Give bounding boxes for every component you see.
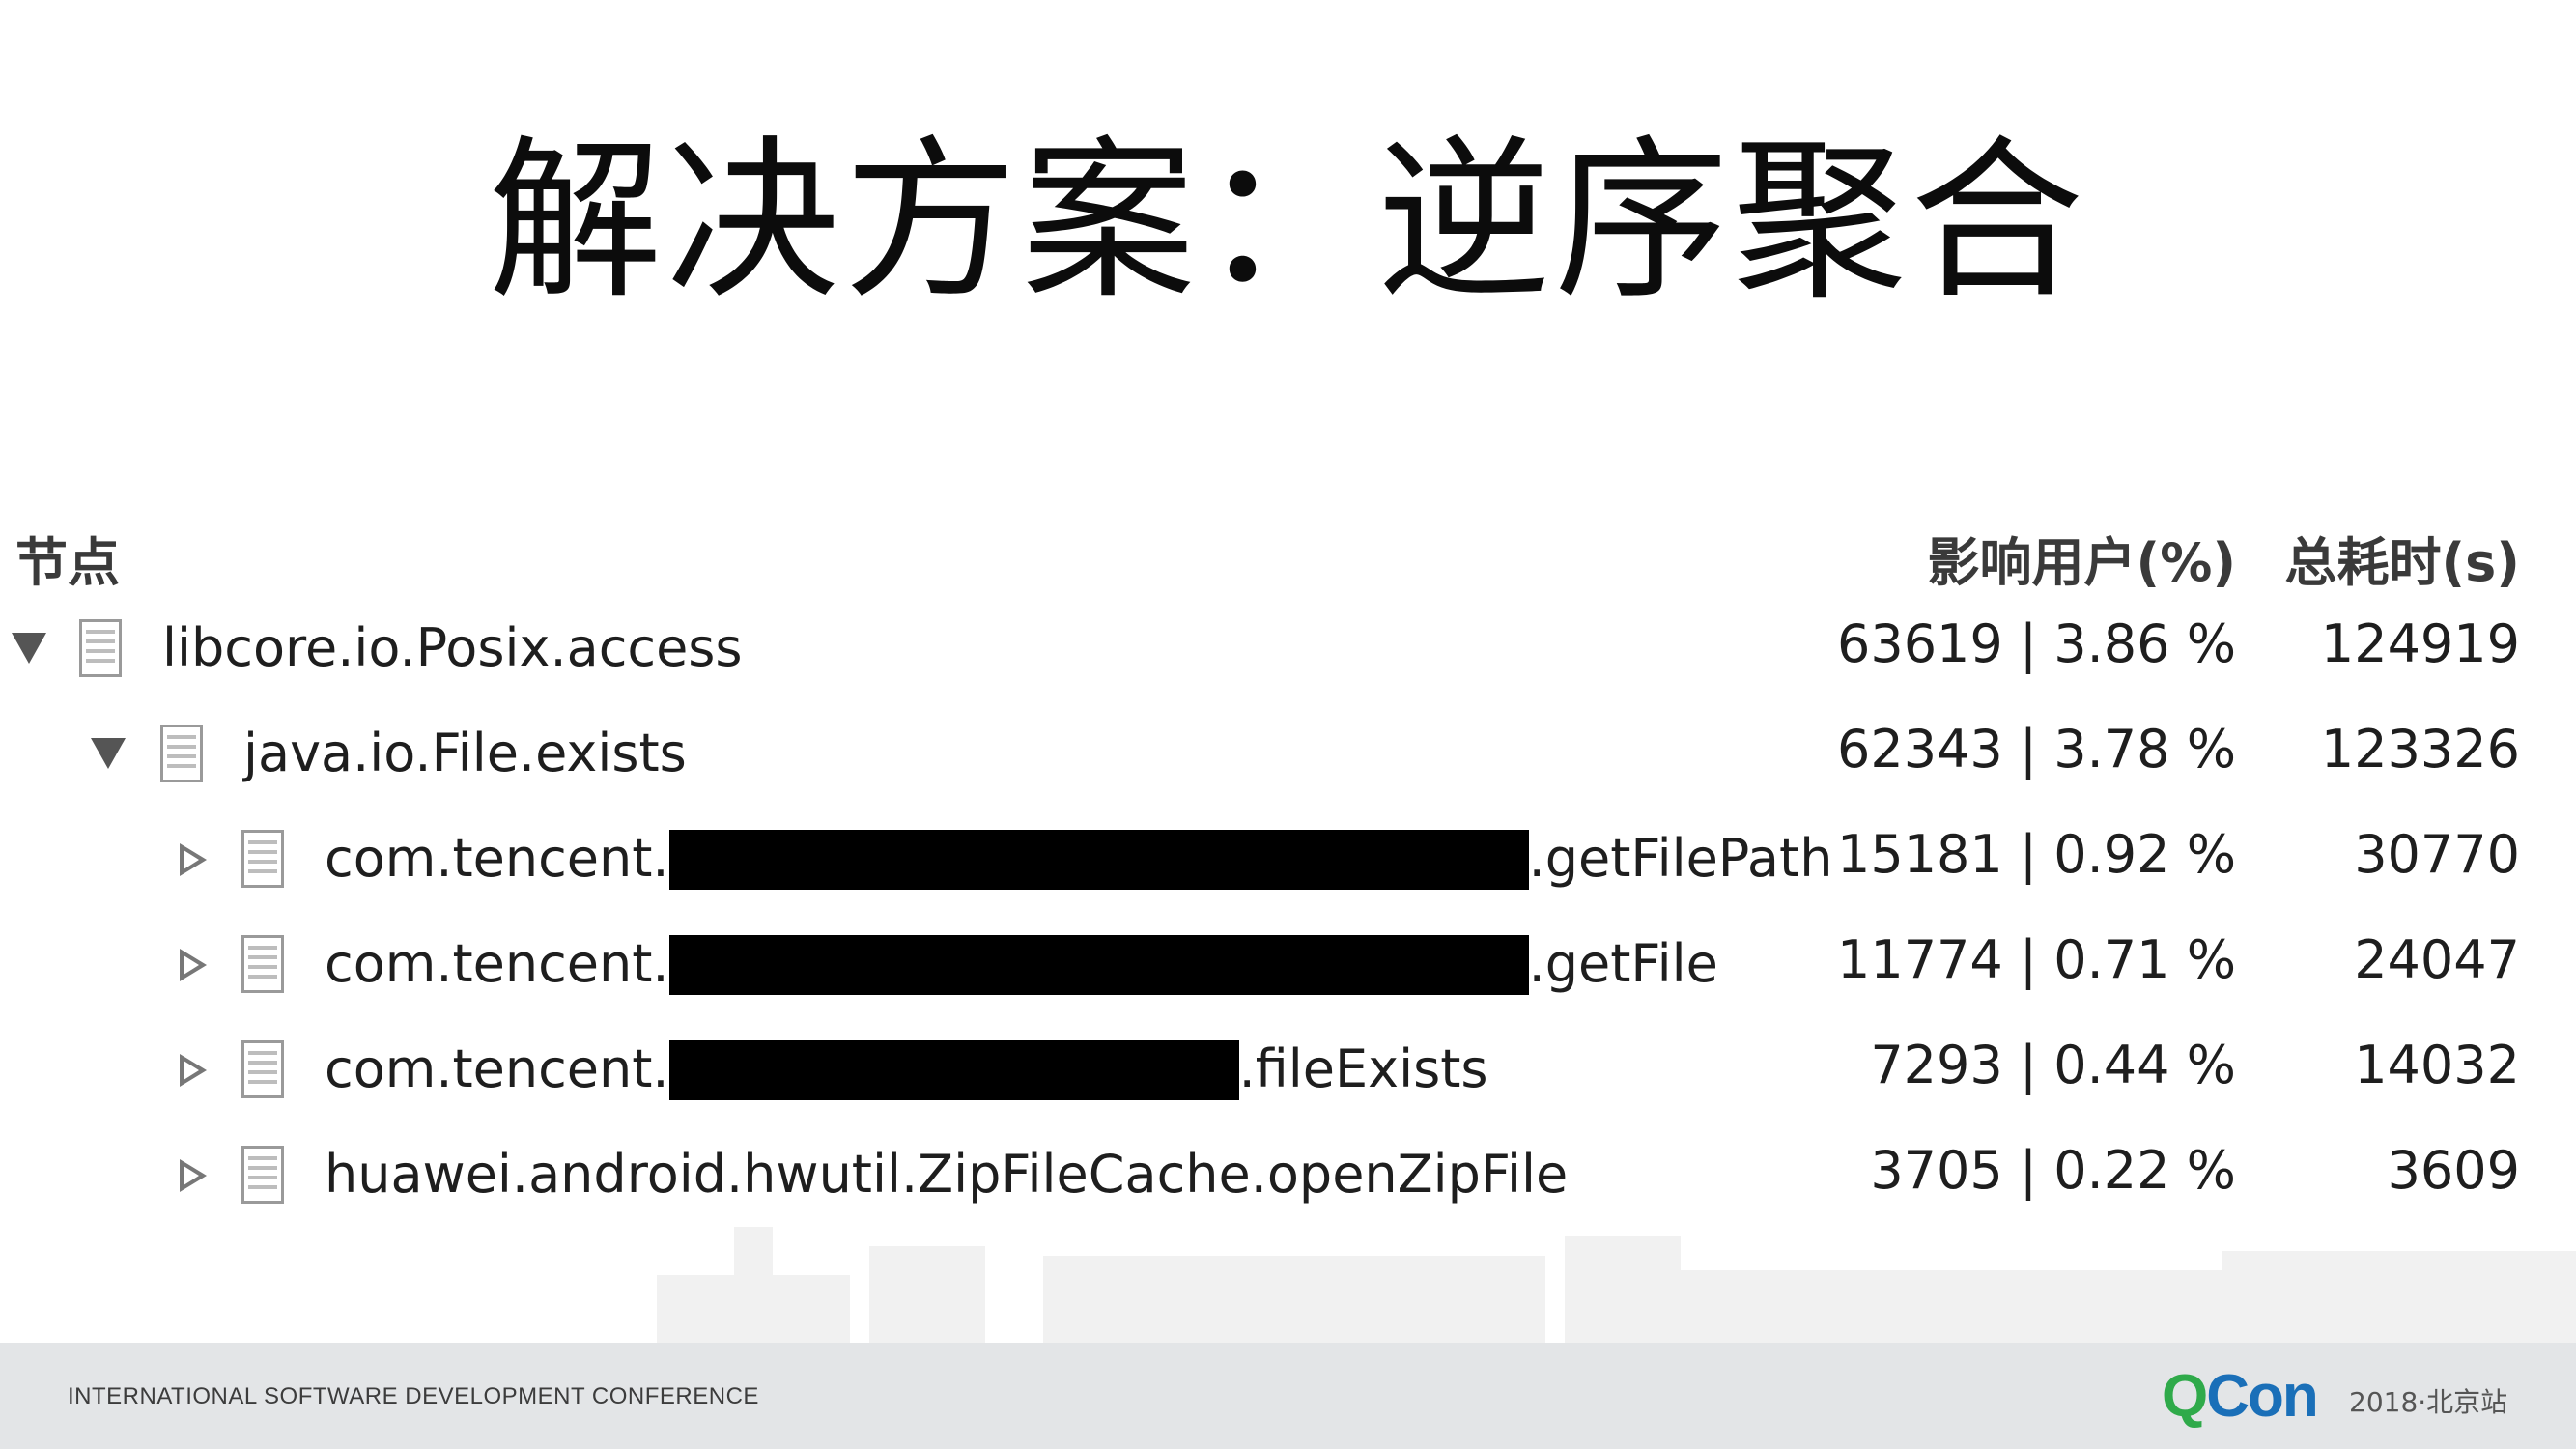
document-icon [241,1040,284,1098]
tree-row[interactable]: com.tencent. .getFilePath 15181 | 0.92 % … [0,814,2576,911]
column-header-affected-users[interactable]: 影响用户(%) [1928,520,2236,596]
triangle-right-icon[interactable] [180,1054,207,1087]
node-name: libcore.io.Posix.access [162,617,743,678]
column-header-total-time[interactable]: 总耗时(s) [2284,520,2520,596]
affected-users-cell: 3705 | 0.22 % [1870,1140,2236,1201]
triangle-right-icon[interactable] [180,949,207,981]
triangle-down-icon[interactable] [91,738,126,769]
node-name: com.tencent. .getFilePath [325,828,1833,890]
tree-row[interactable]: libcore.io.Posix.access 63619 | 3.86 % 1… [0,604,2576,700]
triangle-down-icon[interactable] [12,633,46,664]
redaction-bar [668,935,1529,995]
node-name: com.tencent. .getFile [325,933,1718,995]
tree-row[interactable]: com.tencent. .fileExists 7293 | 0.44 % 14… [0,1025,2576,1122]
node-name: com.tencent. .fileExists [325,1038,1488,1100]
affected-users-cell: 7293 | 0.44 % [1870,1035,2236,1095]
skyline-background [0,1198,2576,1343]
total-time-cell: 14032 [2354,1035,2520,1095]
document-icon [241,935,284,993]
redaction-bar [668,830,1529,890]
affected-users-cell: 63619 | 3.86 % [1836,613,2236,674]
total-time-cell: 124919 [2320,613,2520,674]
document-icon [241,1146,284,1204]
node-name: java.io.File.exists [243,723,687,783]
column-header-node[interactable]: 节点 [15,520,120,596]
affected-users-cell: 62343 | 3.78 % [1836,719,2236,780]
total-time-cell: 24047 [2354,929,2520,990]
total-time-cell: 123326 [2320,719,2520,780]
conference-name: INTERNATIONAL SOFTWARE DEVELOPMENT CONFE… [68,1383,759,1409]
affected-users-cell: 11774 | 0.71 % [1836,929,2236,990]
document-icon [241,830,284,888]
slide-title: 解决方案：逆序聚合 [488,121,2088,323]
triangle-right-icon[interactable] [180,1159,207,1192]
triangle-right-icon[interactable] [180,843,207,876]
node-name: huawei.android.hwutil.ZipFileCache.openZ… [325,1144,1569,1205]
qcon-logo: QCon [2162,1363,2319,1430]
total-time-cell: 3609 [2387,1140,2520,1201]
affected-users-cell: 15181 | 0.92 % [1836,824,2236,885]
tree-header: 节点 影响用户(%) 总耗时(s) [0,510,2576,593]
redaction-bar [668,1040,1239,1100]
tree-row[interactable]: java.io.File.exists 62343 | 3.78 % 12332… [0,709,2576,806]
conference-edition: 2018·北京站 [2349,1386,2508,1418]
total-time-cell: 30770 [2354,824,2520,885]
document-icon [160,724,203,782]
document-icon [79,619,122,677]
tree-row[interactable]: com.tencent. .getFile 11774 | 0.71 % 2404… [0,920,2576,1016]
footer-bar: INTERNATIONAL SOFTWARE DEVELOPMENT CONFE… [0,1343,2576,1449]
